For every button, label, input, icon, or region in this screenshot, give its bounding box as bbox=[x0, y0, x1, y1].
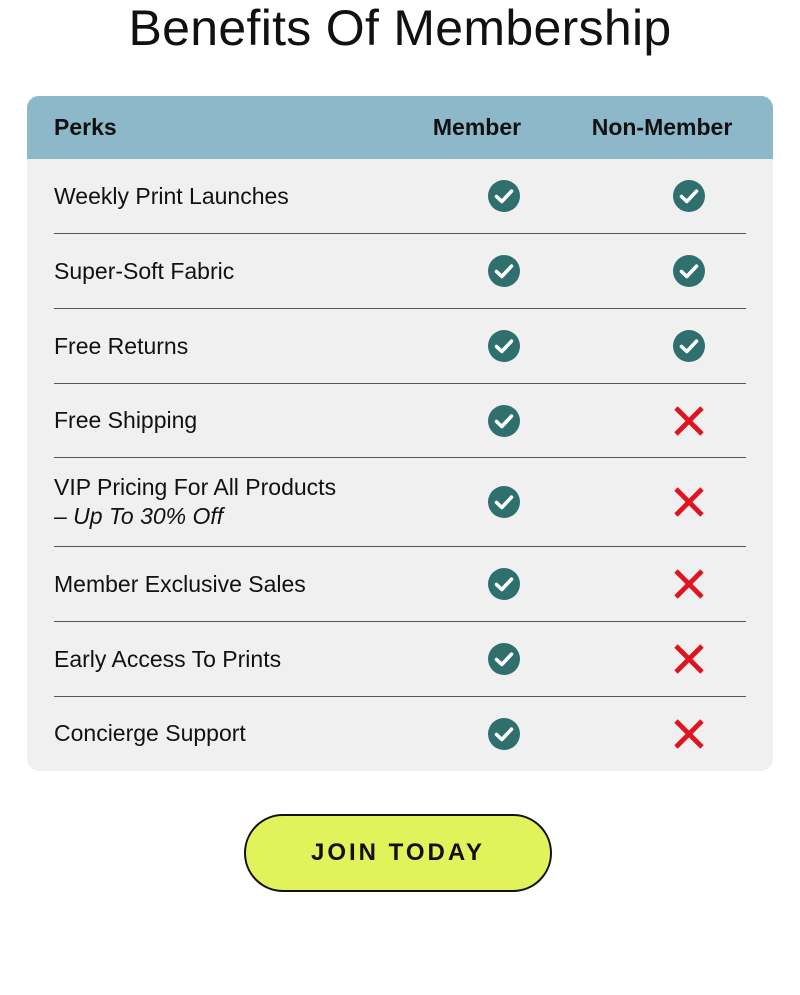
header-member: Member bbox=[432, 114, 522, 140]
check-icon bbox=[487, 179, 521, 213]
cross-icon bbox=[672, 717, 706, 751]
membership-comparison-table: Perks Member Non-Member Weekly Print Lau… bbox=[27, 96, 773, 771]
join-today-button[interactable]: JOIN TODAY bbox=[244, 814, 552, 892]
header-non-member: Non-Member bbox=[591, 114, 733, 140]
check-icon bbox=[672, 179, 706, 213]
perk-label: Weekly Print Launches bbox=[54, 159, 289, 233]
table-row: Concierge Support bbox=[54, 697, 746, 770]
perk-name: Free Returns bbox=[54, 332, 189, 359]
table-row: Free Returns bbox=[54, 309, 746, 384]
header-perks: Perks bbox=[54, 114, 117, 140]
perk-name: Early Access To Prints bbox=[54, 645, 282, 672]
table-row: Super-Soft Fabric bbox=[54, 234, 746, 309]
perk-note: – Up To 30% Off bbox=[54, 503, 224, 529]
perk-label: Early Access To Prints bbox=[54, 622, 281, 696]
cross-icon bbox=[672, 485, 706, 519]
cross-icon bbox=[672, 404, 706, 438]
perk-label: Concierge Support bbox=[54, 697, 246, 770]
perk-label: Member Exclusive Sales bbox=[54, 547, 306, 621]
check-icon bbox=[487, 254, 521, 288]
table-row: Early Access To Prints bbox=[54, 622, 746, 697]
perk-label: Super-Soft Fabric bbox=[54, 234, 234, 308]
check-icon bbox=[487, 329, 521, 363]
table-row: Member Exclusive Sales bbox=[54, 547, 746, 622]
cross-icon bbox=[672, 642, 706, 676]
table-body: Weekly Print Launches Super-Soft Fabric Fr… bbox=[27, 159, 773, 770]
perk-name: Free Shipping bbox=[54, 407, 198, 433]
cross-icon bbox=[672, 567, 706, 601]
perk-name: Concierge Support bbox=[54, 720, 246, 746]
perk-label: Free Returns bbox=[54, 309, 188, 383]
check-icon bbox=[487, 642, 521, 676]
perk-name: Super-Soft Fabric bbox=[54, 257, 235, 284]
check-icon bbox=[672, 329, 706, 363]
table-row: Free Shipping bbox=[54, 384, 746, 458]
perk-name: Member Exclusive Sales bbox=[54, 570, 306, 597]
table-header: Perks Member Non-Member bbox=[27, 96, 773, 159]
check-icon bbox=[672, 254, 706, 288]
page-title: Benefits Of Membership bbox=[128, 0, 672, 56]
perk-label: Free Shipping bbox=[54, 384, 197, 457]
check-icon bbox=[487, 717, 521, 751]
perk-name: Weekly Print Launches bbox=[54, 182, 289, 209]
table-row: VIP Pricing For All Products – Up To 30% … bbox=[54, 458, 746, 547]
perk-label: VIP Pricing For All Products – Up To 30% … bbox=[54, 458, 336, 546]
check-icon bbox=[487, 485, 521, 519]
perk-name: VIP Pricing For All Products bbox=[54, 474, 337, 500]
check-icon bbox=[487, 404, 521, 438]
table-row: Weekly Print Launches bbox=[54, 159, 746, 234]
check-icon bbox=[487, 567, 521, 601]
